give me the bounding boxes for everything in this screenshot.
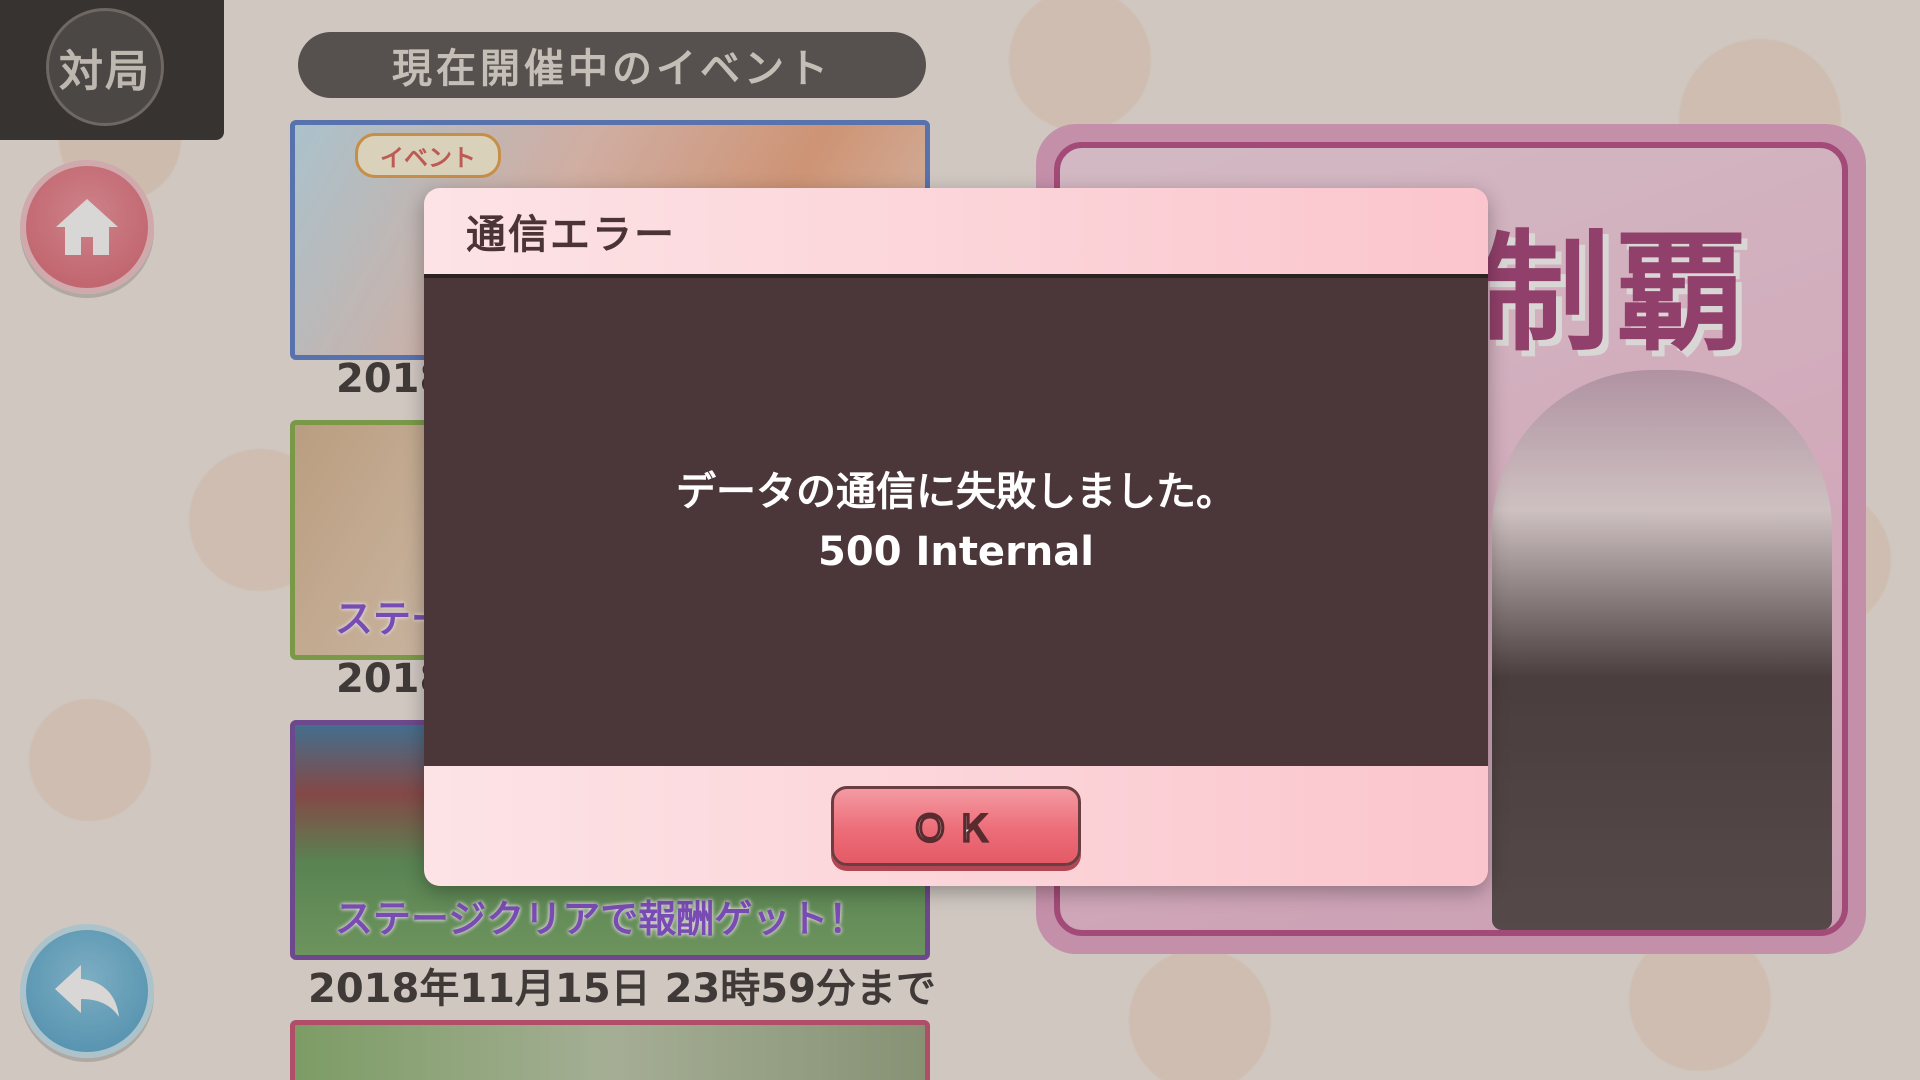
error-dialog: 通信エラー データの通信に失敗しました。 500 Internal ＯＫ [424,188,1488,886]
dialog-footer: ＯＫ [424,766,1488,886]
dialog-title: 通信エラー [466,212,676,258]
ok-button[interactable]: ＯＫ [831,786,1081,866]
error-message: データの通信に失敗しました。 [676,469,1236,515]
dialog-body: データの通信に失敗しました。 500 Internal [424,278,1488,766]
error-detail: 500 Internal [818,529,1094,575]
dialog-header: 通信エラー [424,188,1488,278]
